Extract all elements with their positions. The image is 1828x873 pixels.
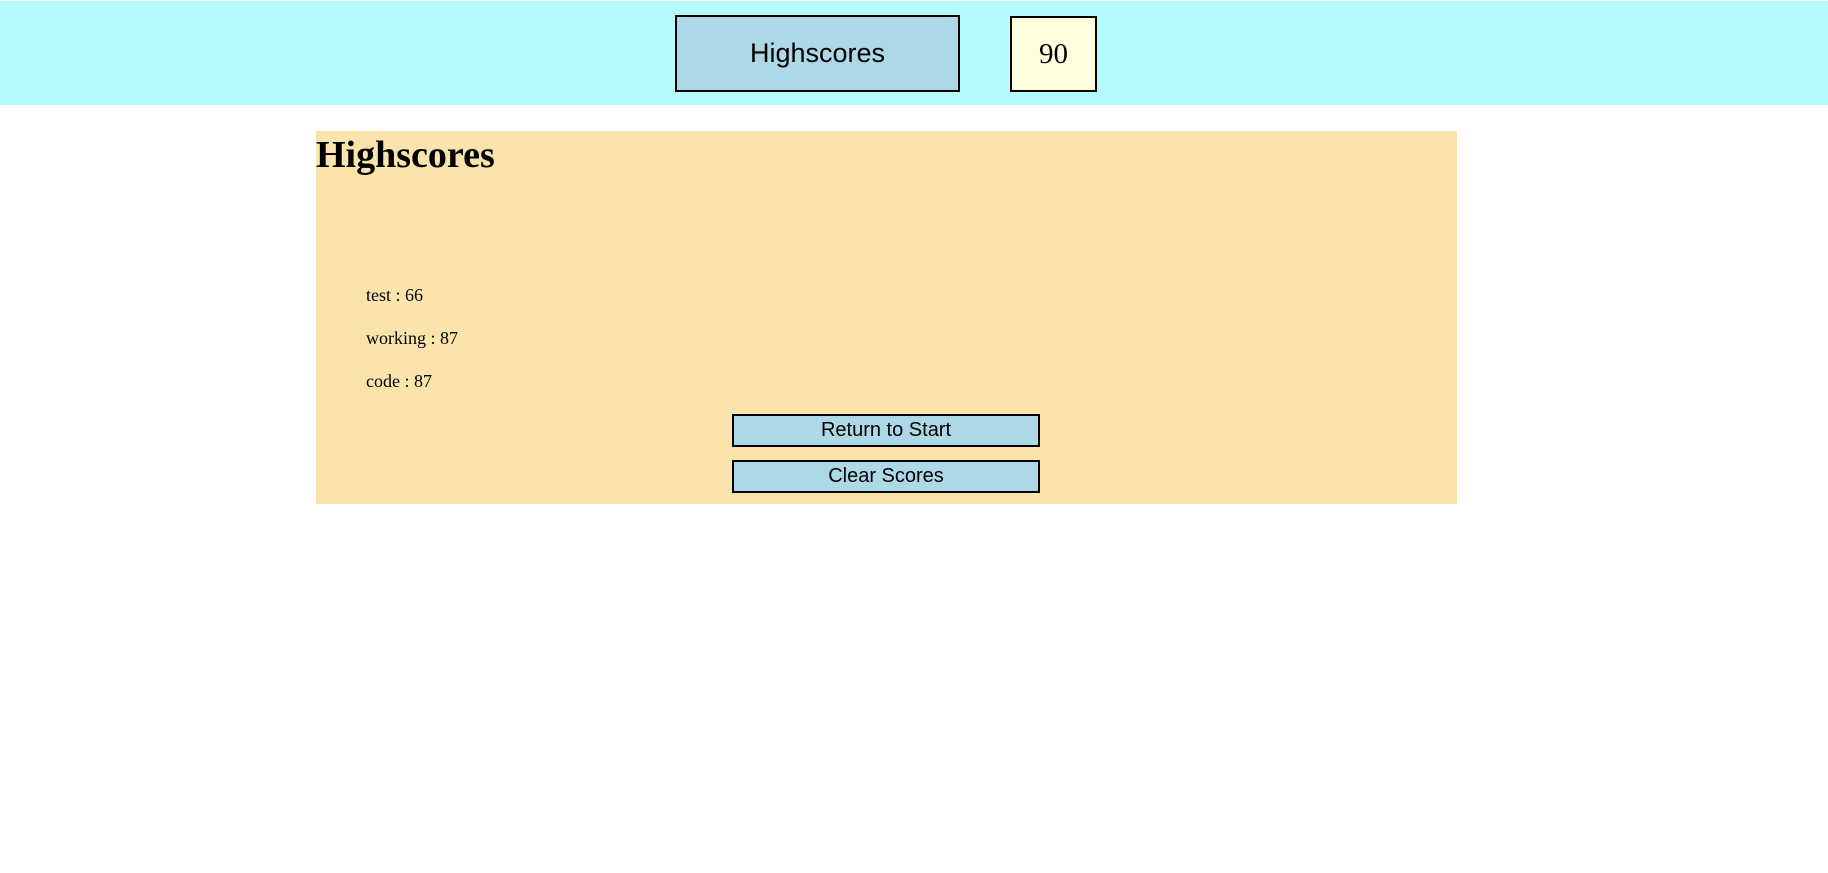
score-item: working : 87	[366, 328, 458, 348]
header-bar: Highscores 90	[0, 1, 1828, 105]
page-title: Highscores	[316, 134, 495, 176]
highscores-panel: Highscores test : 66 working : 87 code :…	[316, 131, 1457, 504]
timer-display: 90	[1010, 16, 1097, 92]
score-item: test : 66	[366, 285, 423, 305]
score-item: code : 87	[366, 371, 432, 391]
clear-scores-button[interactable]: Clear Scores	[732, 460, 1040, 493]
view-highscores-button[interactable]: Highscores	[675, 15, 960, 92]
return-to-start-button[interactable]: Return to Start	[732, 414, 1040, 447]
